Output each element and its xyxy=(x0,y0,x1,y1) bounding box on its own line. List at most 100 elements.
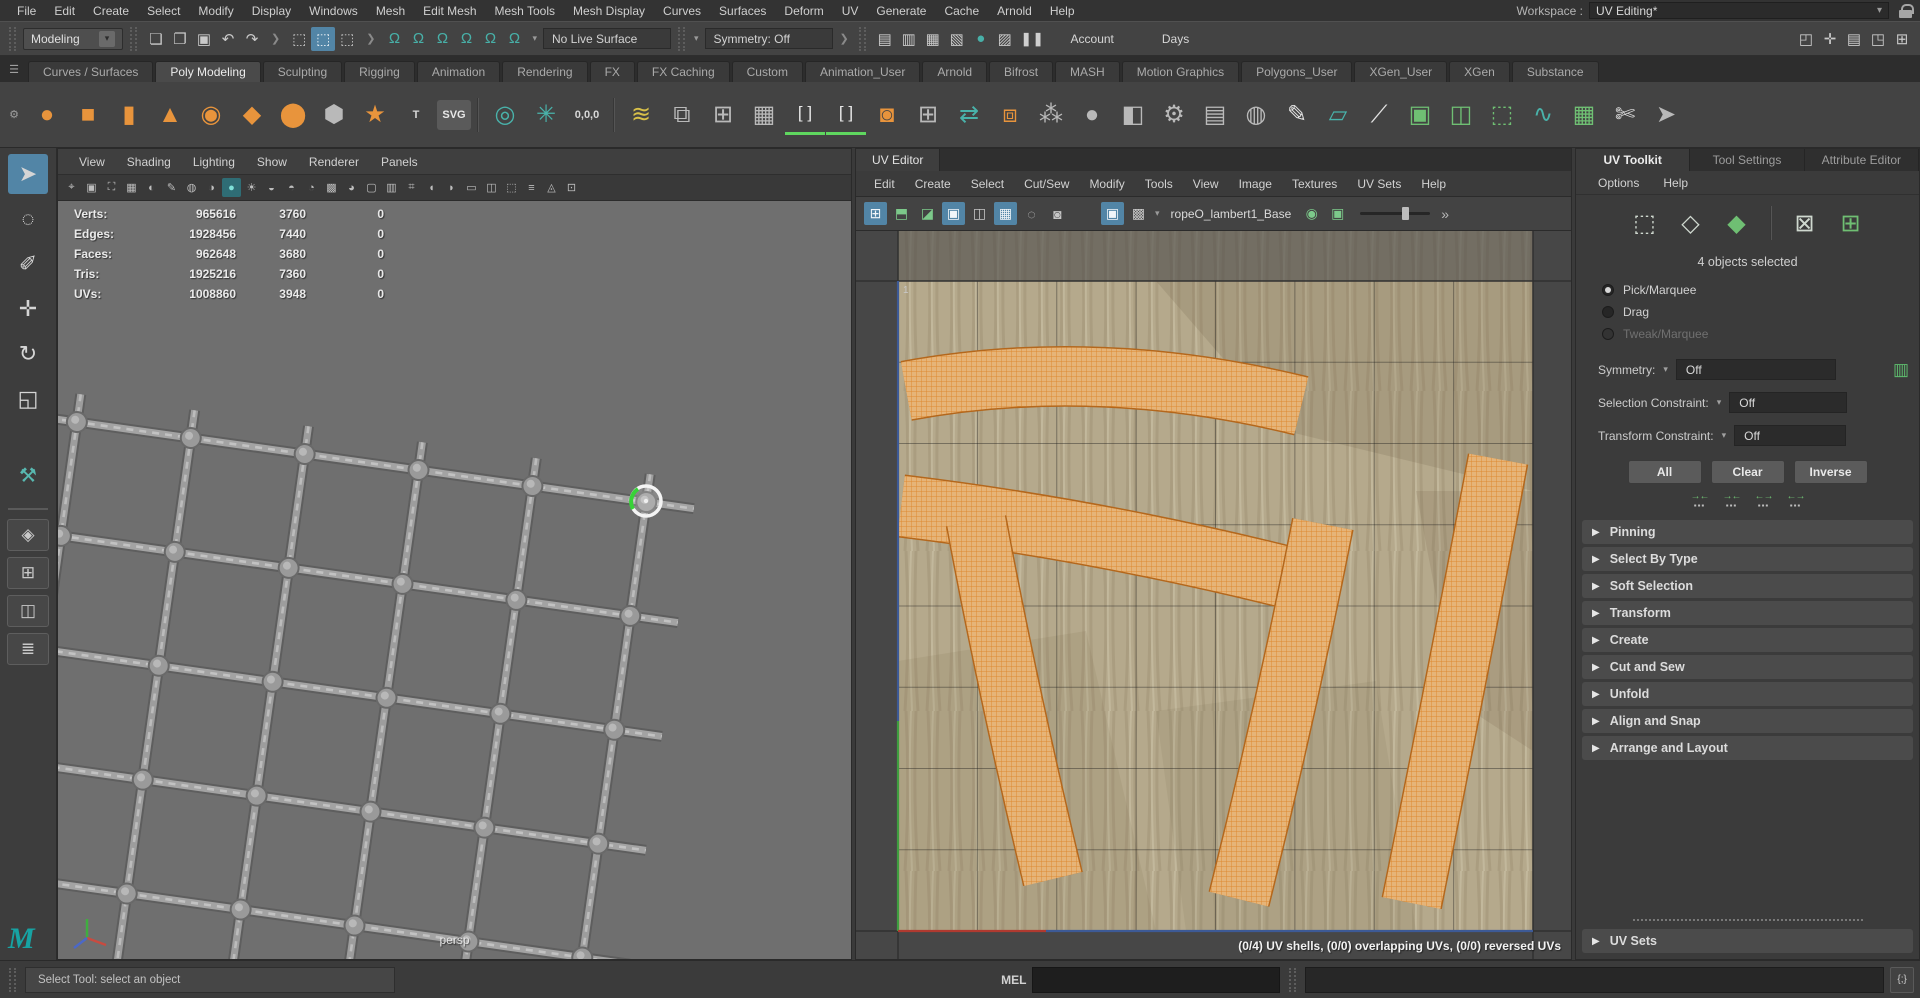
poly-sphere-icon[interactable]: ● xyxy=(27,95,67,135)
uv-set-editor-shelf-icon[interactable]: [ ] xyxy=(826,95,866,135)
paint-select-tool[interactable]: ✐ xyxy=(8,244,48,284)
super-shape-icon[interactable]: ★ xyxy=(355,95,395,135)
open-render-view-icon[interactable]: ▤ xyxy=(873,27,897,51)
uv-border-display-icon[interactable]: ▣ xyxy=(942,202,965,225)
snap-to-point-icon[interactable]: Ω xyxy=(430,27,454,51)
image-dim-slider[interactable] xyxy=(1360,207,1431,220)
wireframe-icon[interactable]: ◍ xyxy=(182,178,201,197)
snap-to-view-plane-icon[interactable]: Ω xyxy=(478,27,502,51)
render-shader-ball-icon[interactable]: ● xyxy=(969,27,993,51)
active-texture-name[interactable]: ropeO_lambert1_Base xyxy=(1165,207,1298,221)
poly-cube-stack-icon[interactable]: ⧈ xyxy=(990,95,1030,135)
rotate-tool[interactable]: ↻ xyxy=(8,334,48,374)
xray-icon[interactable]: ▥ xyxy=(382,178,401,197)
uv-menu-item[interactable]: UV Sets xyxy=(1347,174,1411,194)
poly-disc-icon[interactable]: ⬤ xyxy=(273,95,313,135)
uv-menu-item[interactable]: View xyxy=(1183,174,1229,194)
menu-set-selector[interactable]: Modeling ▾ xyxy=(23,27,123,50)
transform-constraint-field[interactable]: Off xyxy=(1734,425,1847,446)
hud-toggle-icon[interactable]: ≡ xyxy=(522,178,541,197)
pause-ipr-icon[interactable]: ❚❚ xyxy=(1021,31,1045,47)
select-hierarchy-icon[interactable]: ⬚ xyxy=(287,27,311,51)
uv-cube-icon[interactable]: ◆ xyxy=(1719,205,1755,241)
multisample-aa-icon[interactable]: ▩ xyxy=(322,178,341,197)
selection-button[interactable]: All xyxy=(1627,460,1702,484)
toolkit-section[interactable]: ▶ Select By Type xyxy=(1582,547,1913,571)
shelf-tab[interactable]: Animation_User xyxy=(804,61,921,82)
uv-menu-item[interactable]: Modify xyxy=(1079,174,1134,194)
menubar-item[interactable]: Arnold xyxy=(988,2,1041,20)
poly-mirror-icon[interactable]: ⊞ xyxy=(703,95,743,135)
poly-cone-icon[interactable]: ▲ xyxy=(150,95,190,135)
toolkit-section[interactable]: ▶ Cut and Sew xyxy=(1582,655,1913,679)
two-pane-layout[interactable]: ◫ xyxy=(7,595,49,627)
menubar-item[interactable]: Cache xyxy=(935,2,988,20)
menubar-item[interactable]: Windows xyxy=(300,2,367,20)
viewport-menu-item[interactable]: Renderer xyxy=(298,152,370,172)
chevron-down-icon[interactable]: ▾ xyxy=(530,33,539,44)
toolkit-section[interactable]: ▶ Arrange and Layout xyxy=(1582,736,1913,760)
snap-to-curve-icon[interactable]: Ω xyxy=(406,27,430,51)
chevron-down-icon[interactable]: ▾ xyxy=(692,33,701,44)
textured-icon[interactable]: ● xyxy=(222,178,241,197)
snapshot-icon[interactable]: ⊡ xyxy=(562,178,581,197)
selection-button[interactable]: Clear xyxy=(1710,460,1785,484)
selection-button[interactable]: Inverse xyxy=(1793,460,1868,484)
gate-mask-icon[interactable]: ▭ xyxy=(462,178,481,197)
symmetry-plane-icon[interactable]: ▥ xyxy=(1893,360,1909,380)
days-link[interactable]: Days xyxy=(1140,32,1211,46)
snap-together-icon[interactable]: ✳ xyxy=(526,95,566,135)
uv-distortion-icon[interactable]: ⊠ xyxy=(1787,205,1823,241)
chevron-down-icon[interactable]: ▾ xyxy=(1717,397,1722,408)
select-tool[interactable]: ➤ xyxy=(8,154,48,194)
uv-dim-image-icon[interactable]: ◌ xyxy=(1020,202,1043,225)
uv-layout-flip-icon[interactable]: ◪ xyxy=(916,202,939,225)
viewport-menu-item[interactable]: Panels xyxy=(370,152,429,172)
last-tool-used-button[interactable]: ⚒ xyxy=(8,455,48,495)
chevron-down-icon[interactable]: ▾ xyxy=(1663,364,1668,375)
mode-radio-row[interactable]: Pick/Marquee xyxy=(1576,279,1919,301)
grow-selection-icon[interactable]: →← ▪▪▪ xyxy=(1723,492,1742,510)
shelf-tab[interactable]: Animation xyxy=(416,61,501,82)
construction-aim-icon[interactable]: ◎ xyxy=(485,95,525,135)
shelf-tab[interactable]: Rigging xyxy=(344,61,415,82)
script-editor-icon[interactable]: {;} xyxy=(1890,966,1914,993)
uv-sets-section[interactable]: ▶ UV Sets xyxy=(1582,929,1913,953)
grease-pencil-icon[interactable]: ✎ xyxy=(162,178,181,197)
display-image-icon[interactable]: ▣ xyxy=(1101,202,1124,225)
menubar-item[interactable]: Create xyxy=(84,2,138,20)
pencil-curve-icon[interactable]: ✎ xyxy=(1277,95,1317,135)
shelf-tab[interactable]: Bifrost xyxy=(989,61,1054,82)
toolkit-menu-item[interactable]: Help xyxy=(1651,173,1700,193)
viewport-3d[interactable]: Verts: 965616 3760 0 Edges: 1928456 7440 0 Faces… xyxy=(58,201,851,959)
command-input[interactable] xyxy=(1032,966,1280,993)
shelf-tab[interactable]: MASH xyxy=(1055,61,1120,82)
right-panel-tab[interactable]: UV Toolkit xyxy=(1576,149,1691,171)
uv-menu-item[interactable]: Edit xyxy=(864,174,905,194)
drag-grip[interactable] xyxy=(1288,967,1296,992)
motion-blur-icon[interactable]: ◔ xyxy=(302,178,321,197)
open-scene-icon[interactable]: ❐ xyxy=(168,27,192,51)
viewport-menu-item[interactable]: View xyxy=(68,152,116,172)
right-panel-tab[interactable]: Attribute Editor xyxy=(1804,149,1919,171)
radio-icon[interactable] xyxy=(1602,328,1614,340)
render-settings-icon[interactable]: ▧ xyxy=(945,27,969,51)
uv-menu-item[interactable]: Cut/Sew xyxy=(1014,174,1079,194)
gamma-icon[interactable]: ◗ xyxy=(442,178,461,197)
svg-tool-icon[interactable]: SVG xyxy=(437,99,471,130)
save-scene-icon[interactable]: ▣ xyxy=(192,27,216,51)
snap-to-projected-center-icon[interactable]: Ω xyxy=(454,27,478,51)
toolkit-section[interactable]: ▶ Unfold xyxy=(1582,682,1913,706)
menubar-item[interactable]: Deform xyxy=(775,2,832,20)
menubar-item[interactable]: Select xyxy=(138,2,189,20)
image-plane-icon[interactable]: ▦ xyxy=(122,178,141,197)
single-pane-layout[interactable]: ◈ xyxy=(7,519,49,551)
snap-to-grid-icon[interactable]: Ω xyxy=(382,27,406,51)
checker-map-icon[interactable]: ▩ xyxy=(1127,202,1150,225)
attribute-editor-layout-icon[interactable]: ⊞ xyxy=(1890,27,1914,51)
uv-editor-tab[interactable]: UV Editor xyxy=(856,149,941,171)
origin-tool-icon[interactable]: 0,0,0 xyxy=(567,95,607,135)
platonic-solid-icon[interactable]: ⬢ xyxy=(314,95,354,135)
make-object-live-icon[interactable]: Ω xyxy=(502,27,526,51)
uv-border-edges-icon[interactable]: ◫ xyxy=(968,202,991,225)
